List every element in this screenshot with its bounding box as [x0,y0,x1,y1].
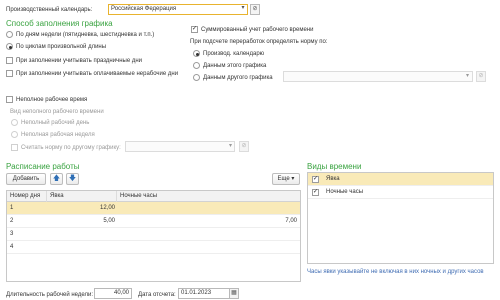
chevron-down-icon[interactable]: ▾ [238,4,248,15]
column-header[interactable]: Ночные часы [117,191,300,202]
night-cell[interactable] [117,228,297,241]
more-label: Еще [277,176,290,182]
arrow-down-icon[interactable]: 🡇 [66,173,79,185]
attendance-cell[interactable]: 12,00 [47,202,115,215]
more-button[interactable]: Еще ▾ [272,173,300,185]
night-cell[interactable] [117,241,297,254]
radio-norm-this-schedule[interactable] [193,62,200,69]
radio-norm-other-schedule-label: Данным другого графика [203,75,273,81]
day-cell: 1 [10,205,14,211]
radio-fill-by-cycles-label: По циклам произвольной длины [16,44,107,50]
week-hours-label: Длительность рабочей недели: [6,292,94,298]
list-item[interactable]: ✓ Явка [308,173,493,186]
night-cell[interactable] [117,202,297,215]
attendance-cell[interactable] [47,228,115,241]
time-type-label: Явка [326,176,340,182]
week-hours-field[interactable]: 40,00 [94,288,132,299]
radio-part-time-week[interactable] [11,131,18,138]
list-item[interactable]: ✓ Ночные часы [308,186,493,199]
day-cell: 4 [10,244,14,250]
open-link-icon[interactable]: ⊘ [250,4,260,15]
checkbox-summarized[interactable]: ✓ [191,26,198,33]
checkbox-time-type-night[interactable]: ✓ [312,189,319,196]
checkbox-summarized-label: Суммированный учет рабочего времени [201,27,314,33]
table-row[interactable]: 4 [7,241,300,254]
report-date-field[interactable]: 01.01.2023 [178,288,230,299]
checkbox-part-time[interactable] [6,96,13,103]
checkbox-holidays[interactable] [6,57,13,64]
checkbox-holidays-label: При заполнении учитывать праздничные дни [16,58,143,64]
radio-fill-by-weekdays[interactable] [6,31,13,38]
radio-norm-calendar-label: Производ. календарю [203,51,265,57]
other-schedule-field[interactable] [283,71,473,82]
column-header[interactable]: Явка [47,191,117,202]
night-cell[interactable]: 7,00 [117,215,297,228]
arrow-up-icon[interactable]: 🡅 [50,173,63,185]
norm-other-field[interactable] [125,141,235,152]
radio-norm-this-schedule-label: Данным этого графика [203,63,267,69]
checkbox-time-type-attendance[interactable]: ✓ [312,176,319,183]
radio-part-time-day[interactable] [11,119,18,126]
report-date-label: Дата отсчета: [138,292,176,298]
chevron-down-icon[interactable]: ▾ [229,142,232,150]
fill-method-title: Способ заполнения графика [6,19,113,28]
radio-part-time-day-label: Неполный рабочий день [21,120,90,126]
time-types-note[interactable]: Часы явки указывайте не включая в них но… [307,268,495,276]
radio-fill-by-cycles[interactable] [6,43,13,50]
time-types-list: ✓ Явка ✓ Ночные часы [307,172,494,264]
schedule-table: Номер дня Явка Ночные часы 1 12,00 2 5,0… [6,190,301,282]
radio-part-time-week-label: Неполная рабочая неделя [21,132,95,138]
table-row[interactable]: 3 [7,228,300,241]
calendar-icon[interactable]: ▦ [229,288,239,299]
day-cell: 3 [10,231,14,237]
table-row[interactable]: 1 12,00 [7,202,300,215]
time-type-label: Ночные часы [326,189,364,195]
chevron-down-icon[interactable]: ▾ [466,72,469,80]
attendance-cell[interactable]: 5,00 [47,215,115,228]
day-cell: 2 [10,218,14,224]
radio-norm-calendar[interactable] [193,50,200,57]
open-link-icon[interactable]: ⊘ [476,71,486,82]
table-header: Номер дня Явка Ночные часы [7,191,300,202]
schedule-title: Расписание работы [6,162,80,171]
calendar-field[interactable]: Российская Федерация [108,4,248,15]
part-time-kind-label: Вид неполного рабочего времени [10,109,104,115]
table-row[interactable]: 2 5,00 7,00 [7,215,300,228]
attendance-cell[interactable] [47,241,115,254]
open-link-icon[interactable]: ⊘ [239,141,249,152]
checkbox-paid-nonworking-label: При заполнении учитывать оплачиваемые не… [16,71,179,77]
checkbox-norm-other[interactable] [11,144,18,151]
checkbox-paid-nonworking[interactable] [6,70,13,77]
radio-norm-other-schedule[interactable] [193,74,200,81]
add-button[interactable]: Добавить [6,173,46,185]
checkbox-norm-other-label: Считать норму по другому графику: [21,145,121,151]
radio-fill-by-weekdays-label: По дням недели (пятидневка, шестидневка … [16,32,155,38]
calendar-label: Производственный календарь: [6,7,93,13]
checkbox-part-time-label: Неполное рабочее время [16,97,88,103]
column-header[interactable]: Номер дня [7,191,47,202]
norm-label: При подсчете переработок определять норм… [190,39,328,45]
time-types-title: Виды времени [307,162,362,171]
